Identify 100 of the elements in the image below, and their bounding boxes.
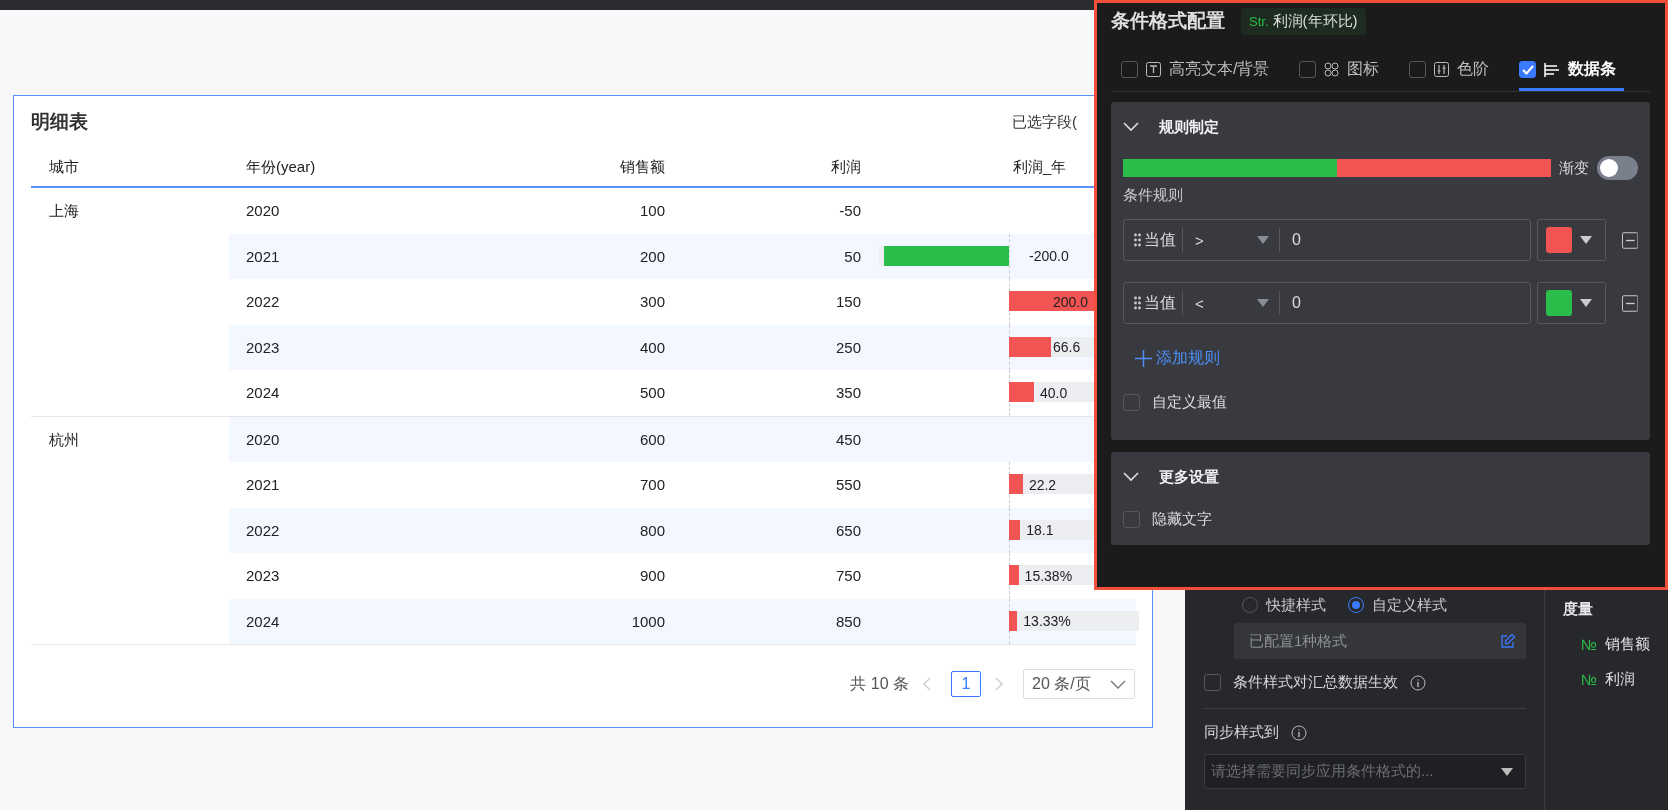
- caret-down-icon: [1580, 299, 1593, 307]
- drag-handle-icon[interactable]: [1134, 233, 1141, 247]
- checkbox[interactable]: [1121, 61, 1138, 78]
- table-cell: 100: [639, 202, 665, 220]
- table-cell: 400: [639, 338, 665, 356]
- color-picker[interactable]: [1537, 282, 1606, 324]
- table-cell: 2023: [246, 338, 280, 356]
- caret-down-icon: [1580, 236, 1593, 244]
- table-cell: -200.0: [1029, 248, 1069, 265]
- table-cell: 500: [639, 384, 665, 402]
- checkbox-label: 隐藏文字: [1152, 510, 1212, 529]
- table-cell: 18.1: [1026, 522, 1054, 539]
- drag-handle-icon[interactable]: [1134, 296, 1141, 310]
- table-cell: 2020: [246, 430, 280, 448]
- table-cell: 250: [835, 338, 861, 356]
- table-cell: 上海: [49, 202, 79, 219]
- table-cell: 2021: [246, 476, 280, 494]
- caret-down-icon: [1501, 767, 1513, 776]
- table-cell: 2022: [246, 521, 280, 539]
- column-header: 利润: [830, 157, 862, 177]
- section-title: 更多设置: [1159, 467, 1219, 487]
- info-icon: [1410, 674, 1426, 691]
- table-cell: 40.0: [1039, 384, 1068, 401]
- table-cell: 550: [835, 476, 861, 494]
- selected-fields-label: 已选字段(: [1012, 112, 1077, 132]
- table-cell: 450: [835, 430, 861, 448]
- field-name: 利润(年环比): [1272, 11, 1358, 31]
- checkbox-label: 自定义最值: [1152, 393, 1227, 412]
- measure-field[interactable]: 销售额: [1605, 635, 1651, 654]
- measure-field[interactable]: 利润: [1605, 670, 1636, 689]
- table-cell: 700: [639, 476, 665, 494]
- operator-select[interactable]: <: [1182, 291, 1280, 315]
- operator-select[interactable]: >: [1182, 228, 1280, 252]
- measures-title: 度量: [1563, 600, 1594, 619]
- text-box-icon: [1146, 62, 1161, 77]
- table-cell: 2023: [246, 567, 280, 585]
- color-picker[interactable]: [1537, 219, 1606, 261]
- page-button[interactable]: 1: [951, 671, 981, 697]
- page-size-select[interactable]: 20 条/页: [1023, 669, 1135, 699]
- table-cell: 22.2: [1028, 476, 1057, 493]
- radio-label: 自定义样式: [1372, 595, 1447, 615]
- table-cell: 750: [835, 567, 861, 585]
- table-cell: 50: [844, 247, 861, 265]
- table-cell: 2024: [246, 384, 280, 402]
- info-icon: [1291, 724, 1307, 741]
- rule-subject: 当值: [1144, 229, 1176, 250]
- table-title: 明细表: [31, 110, 88, 134]
- column-header: 销售额: [619, 157, 666, 177]
- column-header: 利润_年: [1012, 157, 1068, 177]
- sync-style-label: 同步样式到: [1204, 723, 1279, 742]
- configured-format-field[interactable]: 已配置1种格式: [1234, 623, 1526, 659]
- total-count: 共 10 条: [850, 673, 909, 694]
- checkbox[interactable]: [1409, 61, 1427, 78]
- section-title: 规则制定: [1159, 117, 1219, 137]
- table-cell: 1000: [631, 612, 665, 630]
- table-cell: 2024: [246, 612, 280, 630]
- column-header: 城市: [48, 157, 80, 177]
- table-cell: 杭州: [49, 430, 79, 448]
- checkbox[interactable]: [1123, 511, 1140, 528]
- grid-icon: [1324, 62, 1340, 77]
- format-tab[interactable]: 色阶: [1409, 59, 1498, 91]
- table-cell: 2022: [246, 293, 280, 311]
- checkbox-label: 条件样式对汇总数据生效: [1233, 673, 1398, 692]
- popup-title: 条件格式配置: [1111, 9, 1225, 33]
- value-input[interactable]: 0: [1290, 293, 1490, 313]
- select-hint: 请选择需要同步应用条件格式的...: [1211, 762, 1434, 781]
- chevron-icon[interactable]: [1123, 122, 1139, 132]
- number-type-mark: №: [1581, 636, 1598, 653]
- value-input[interactable]: 0: [1290, 230, 1490, 250]
- table-cell: 200: [639, 247, 665, 265]
- table-cell: 650: [835, 521, 861, 539]
- checkbox[interactable]: [1299, 61, 1317, 78]
- gradient-toggle[interactable]: [1596, 156, 1638, 180]
- format-tab[interactable]: 图标: [1299, 59, 1388, 91]
- table-cell: 2021: [246, 247, 280, 265]
- add-rule-link[interactable]: 添加规则: [1135, 348, 1220, 369]
- rules-label: 条件规则: [1123, 186, 1184, 205]
- number-type-mark: №: [1581, 671, 1598, 688]
- chevron-icon[interactable]: [1123, 472, 1139, 482]
- table-cell: 15.38%: [1024, 567, 1073, 584]
- table-cell: 850: [835, 612, 861, 630]
- checkbox[interactable]: [1204, 674, 1221, 691]
- configured-format-text: 已配置1种格式: [1249, 631, 1348, 651]
- column-header: 年份(year): [245, 157, 317, 177]
- format-tab[interactable]: 高亮文本/背景: [1121, 59, 1278, 91]
- plus-icon: [1135, 350, 1152, 367]
- table-cell: 900: [639, 567, 665, 585]
- caret-down-icon: [1257, 236, 1269, 244]
- edit-icon[interactable]: [1500, 633, 1516, 649]
- checkbox[interactable]: [1123, 394, 1140, 411]
- format-tab[interactable]: 数据条: [1519, 59, 1625, 91]
- caret-down-icon: [1257, 299, 1269, 307]
- checkbox[interactable]: [1519, 61, 1537, 78]
- table-cell: 350: [835, 384, 861, 402]
- table-cell: 300: [639, 293, 665, 311]
- sliders-icon: [1434, 62, 1450, 77]
- table-cell: 2020: [246, 202, 280, 220]
- table-cell: 66.6: [1053, 339, 1081, 356]
- table-cell: 150: [835, 293, 861, 311]
- gradient-label: 渐变: [1558, 158, 1589, 178]
